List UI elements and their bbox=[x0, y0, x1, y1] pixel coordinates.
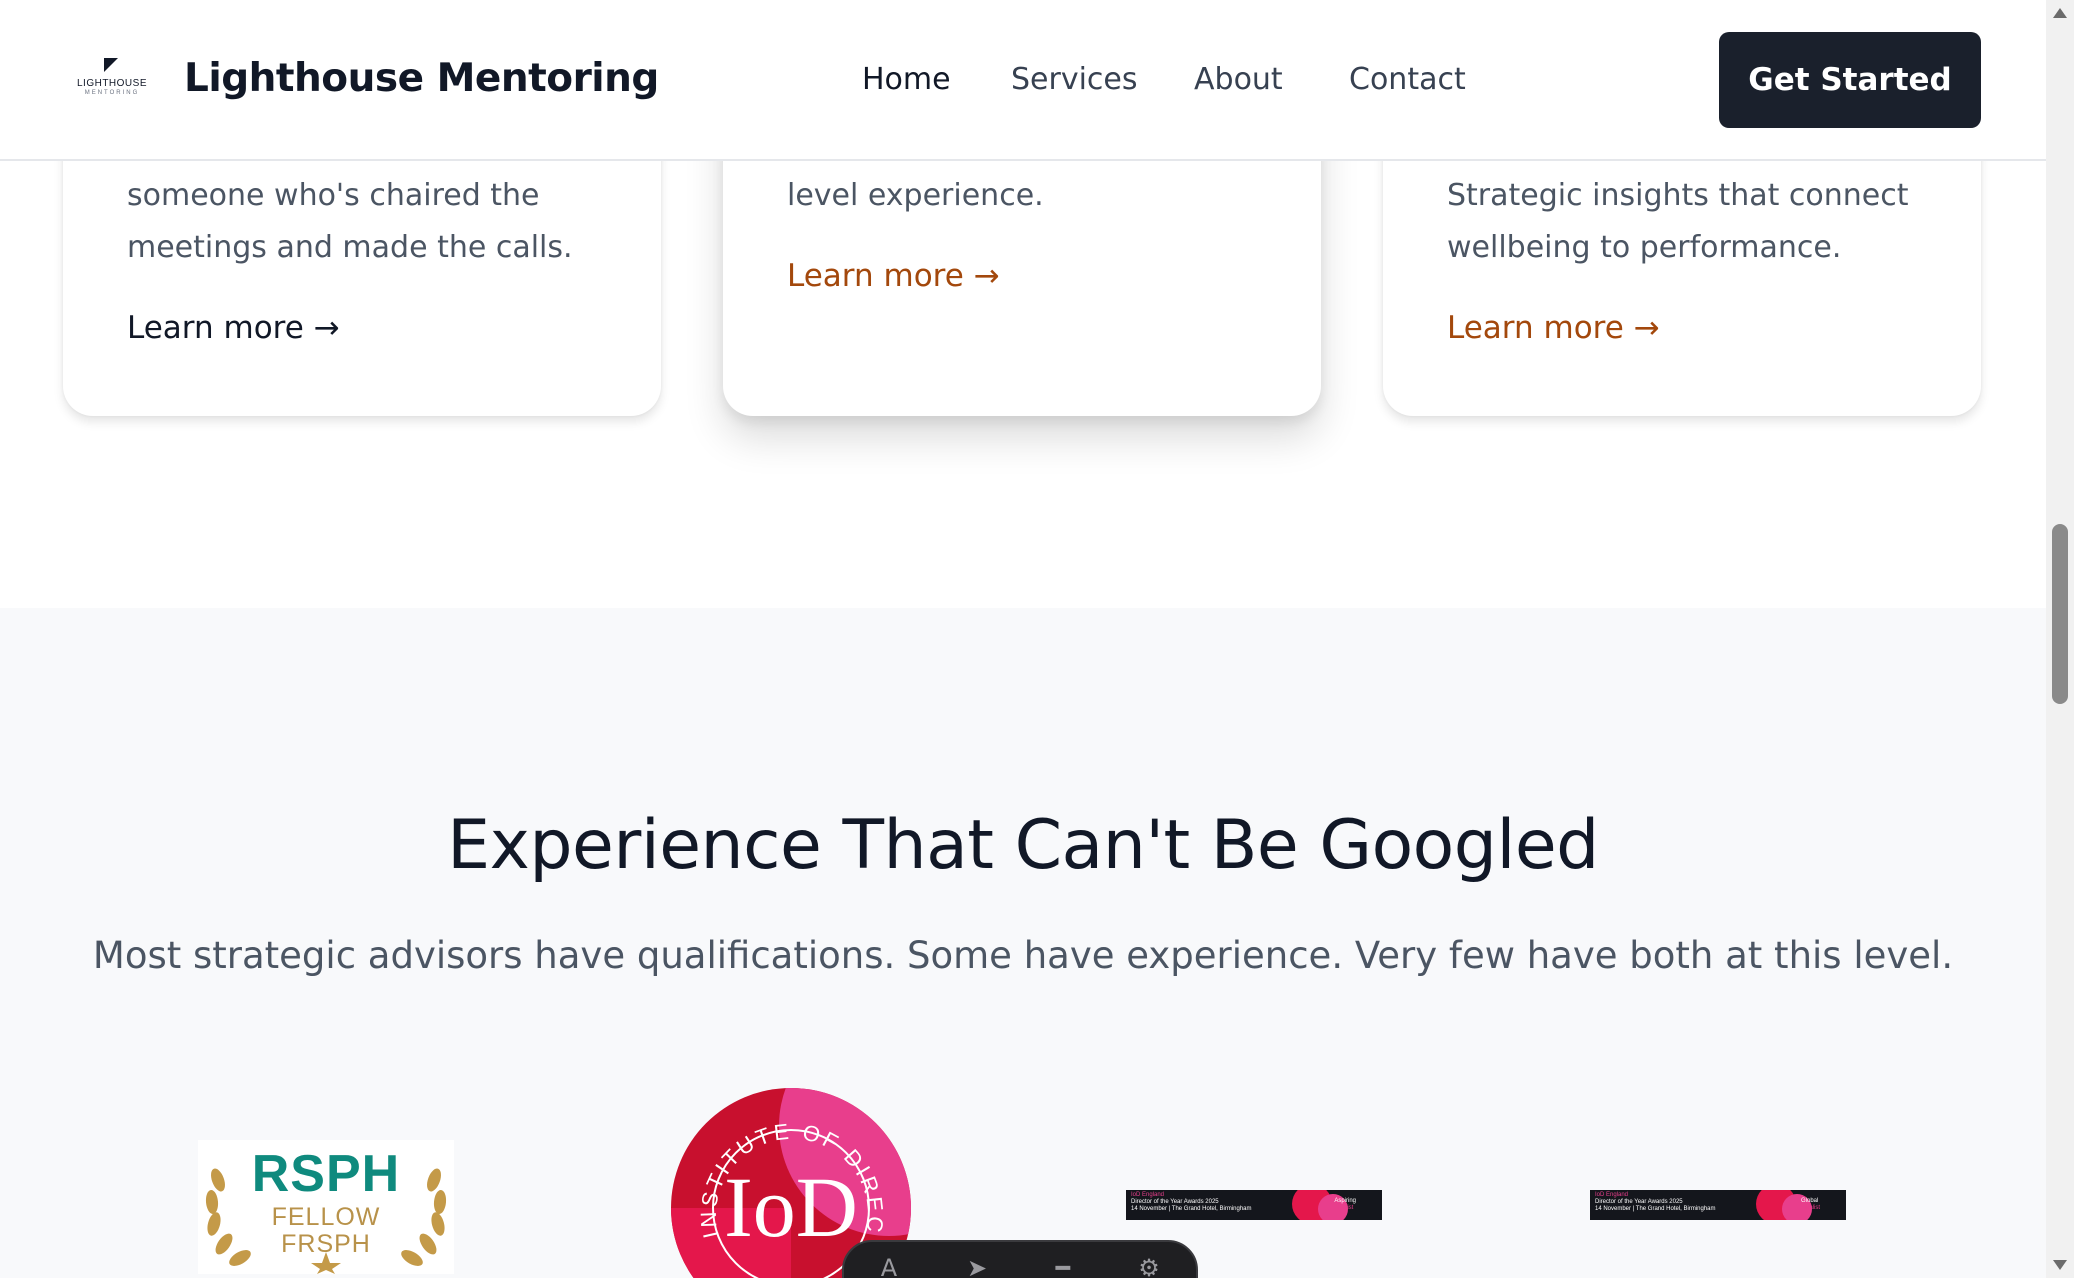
award-finalist-text: Finalist bbox=[1334, 1205, 1354, 1211]
get-started-button[interactable]: Get Started bbox=[1719, 32, 1981, 128]
logo-wordmark: LIGHTHOUSE bbox=[76, 78, 147, 89]
floating-toolbar: A ➤ ━ ⚙ bbox=[842, 1240, 1198, 1278]
award-org: IoD England bbox=[1131, 1192, 1165, 1198]
section-title: Experience That Can't Be Googled bbox=[447, 806, 1599, 885]
card-text-line: wellbeing to performance. bbox=[1447, 230, 1842, 265]
rsph-fellow-text: FELLOW bbox=[271, 1203, 381, 1231]
award-banner-global: IoD England Director of the Year Awards … bbox=[1590, 1190, 1846, 1220]
page-scrollbar[interactable] bbox=[2046, 0, 2074, 1278]
section-lead: Most strategic advisors have qualificati… bbox=[92, 934, 1954, 977]
send-icon[interactable]: ➤ bbox=[962, 1254, 992, 1278]
award-text: IoD England Director of the Year Awards … bbox=[1595, 1192, 1716, 1213]
nav-about[interactable]: About bbox=[1194, 62, 1283, 97]
lighthouse-logo[interactable]: LIGHTHOUSE MENTORING bbox=[74, 58, 150, 98]
brand-name[interactable]: Lighthouse Mentoring bbox=[184, 56, 659, 101]
iod-monogram: IoD bbox=[724, 1159, 858, 1255]
logo-subtext: MENTORING bbox=[84, 90, 140, 96]
nav-services[interactable]: Services bbox=[1011, 62, 1138, 97]
rsph-fellow-badge: RSPH FELLOW FRSPH bbox=[198, 1140, 454, 1274]
award-title: Director of the Year Awards 2025 bbox=[1131, 1199, 1219, 1205]
learn-more-link[interactable]: Learn more → bbox=[127, 310, 340, 346]
award-text: IoD England Director of the Year Awards … bbox=[1131, 1192, 1252, 1213]
nav-home[interactable]: Home bbox=[862, 62, 951, 97]
award-detail: 14 November | The Grand Hotel, Birmingha… bbox=[1131, 1206, 1252, 1212]
scrollbar-thumb[interactable] bbox=[2052, 524, 2068, 704]
nav-contact[interactable]: Contact bbox=[1349, 62, 1466, 97]
card-text-line: level experience. bbox=[787, 178, 1044, 213]
learn-more-link[interactable]: Learn more → bbox=[1447, 310, 1660, 346]
award-status-text: Global bbox=[1800, 1198, 1819, 1204]
card-text-line: Strategic insights that connect bbox=[1447, 178, 1909, 213]
lighthouse-beam-icon bbox=[104, 58, 118, 72]
scroll-down-icon[interactable] bbox=[2053, 1260, 2067, 1270]
card-text-line: someone who's chaired the bbox=[127, 178, 540, 213]
award-title: Director of the Year Awards 2025 bbox=[1595, 1199, 1683, 1205]
award-status: Global Finalist bbox=[1801, 1198, 1820, 1212]
rsph-frsph-text: FRSPH bbox=[281, 1230, 371, 1258]
award-detail: 14 November | The Grand Hotel, Birmingha… bbox=[1595, 1206, 1716, 1212]
award-status-text: Aspiring bbox=[1334, 1198, 1356, 1204]
pen-icon[interactable]: ━ bbox=[1048, 1254, 1078, 1278]
scroll-up-icon[interactable] bbox=[2053, 8, 2067, 18]
text-tool-icon[interactable]: A bbox=[874, 1254, 904, 1278]
gear-icon[interactable]: ⚙ bbox=[1134, 1254, 1164, 1278]
award-finalist-text: Finalist bbox=[1800, 1205, 1820, 1211]
award-banner-aspiring: IoD England Director of the Year Awards … bbox=[1126, 1190, 1382, 1220]
card-text-line: meetings and made the calls. bbox=[127, 230, 573, 265]
site-header: LIGHTHOUSE MENTORING Lighthouse Mentorin… bbox=[0, 0, 2046, 161]
learn-more-link[interactable]: Learn more → bbox=[787, 258, 1000, 294]
rsph-name: RSPH bbox=[251, 1145, 401, 1203]
award-org: IoD England bbox=[1595, 1192, 1629, 1198]
award-status: Aspiring Finalist bbox=[1334, 1198, 1356, 1212]
